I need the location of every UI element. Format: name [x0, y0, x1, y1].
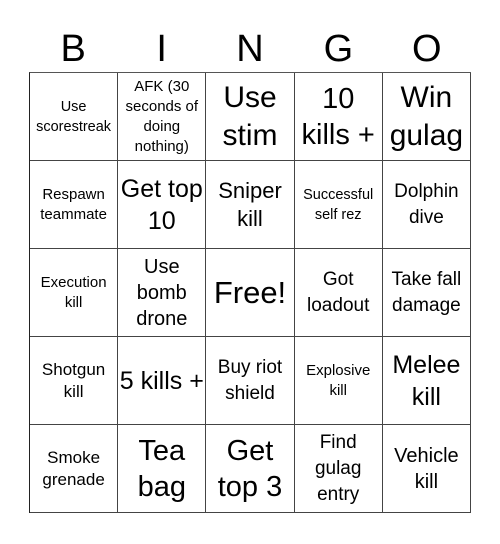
cell-label: Tea bag [137, 434, 186, 503]
cell-label: AFK (30 seconds of doing nothing) [125, 77, 199, 155]
cell-label: Buy riot shield [217, 356, 283, 404]
bingo-cell[interactable]: Tea bag [118, 425, 207, 513]
cell-label: Respawn teammate [40, 185, 107, 223]
cell-label: Successful self rez [303, 186, 374, 223]
bingo-cell[interactable]: Explosive kill [294, 337, 383, 425]
bingo-cell[interactable]: 5 kills + [118, 337, 207, 425]
bingo-cell[interactable]: Find gulag entry [294, 425, 383, 513]
bingo-cell[interactable]: Got loadout [294, 249, 383, 337]
bingo-cell[interactable]: Buy riot shield [206, 337, 295, 425]
cell-label: Use stim [222, 80, 278, 152]
bingo-cell[interactable]: Respawn teammate [30, 161, 119, 249]
cell-label: Sniper kill [218, 177, 282, 231]
bingo-cell[interactable]: Vehicle kill [382, 425, 471, 513]
bingo-cell[interactable]: 10 kills + [294, 73, 383, 161]
header-letter-i: I [156, 28, 167, 70]
bingo-grid: Use scorestreak AFK (30 seconds of doing… [29, 72, 471, 513]
bingo-cell[interactable]: Take fall damage [382, 249, 471, 337]
cell-label: Dolphin dive [394, 180, 459, 228]
bingo-cell[interactable]: Execution kill [30, 249, 119, 337]
header-letter-o: O [412, 28, 442, 70]
bingo-cell[interactable]: Melee kill [382, 337, 471, 425]
cell-label: Smoke grenade [42, 447, 105, 489]
cell-label: 10 kills + [301, 82, 375, 151]
header-letter-n: N [236, 28, 264, 70]
cell-label: Got loadout [307, 268, 370, 316]
cell-label: Melee kill [392, 350, 461, 411]
bingo-cell[interactable]: Get top 3 [206, 425, 295, 513]
cell-label: Shotgun kill [41, 359, 106, 401]
bingo-cell[interactable]: Dolphin dive [382, 161, 471, 249]
bingo-cell[interactable]: Use stim [206, 73, 295, 161]
cell-label: Execution kill [40, 273, 107, 311]
header-letter-g: G [323, 28, 354, 70]
bingo-cell[interactable]: Smoke grenade [30, 425, 119, 513]
bingo-cell[interactable]: Successful self rez [294, 161, 383, 249]
bingo-cell[interactable]: Sniper kill [206, 161, 295, 249]
cell-label: Find gulag entry [314, 431, 362, 505]
bingo-cell[interactable]: Use bomb drone [118, 249, 207, 337]
cell-label: Vehicle kill [394, 444, 459, 493]
bingo-cell[interactable]: Get top 10 [118, 161, 207, 249]
free-space-label: Free! [213, 274, 287, 310]
bingo-cell[interactable]: Use scorestreak [30, 73, 119, 161]
bingo-cell[interactable]: Shotgun kill [30, 337, 119, 425]
cell-label: 5 kills + [119, 366, 204, 395]
cell-label: Get top 3 [217, 434, 283, 503]
cell-label: Use bomb drone [136, 255, 188, 330]
header-letter-b: B [60, 28, 86, 70]
cell-label: Take fall damage [391, 268, 462, 316]
cell-label: Get top 10 [120, 174, 203, 235]
cell-label: Win gulag [389, 80, 464, 152]
cell-label: Use scorestreak [36, 98, 112, 135]
bingo-header: B I N G O [29, 26, 471, 72]
bingo-cell[interactable]: AFK (30 seconds of doing nothing) [118, 73, 207, 161]
cell-label: Explosive kill [306, 361, 371, 399]
bingo-cell[interactable]: Win gulag [382, 73, 471, 161]
free-space-cell[interactable]: Free! [206, 249, 295, 337]
